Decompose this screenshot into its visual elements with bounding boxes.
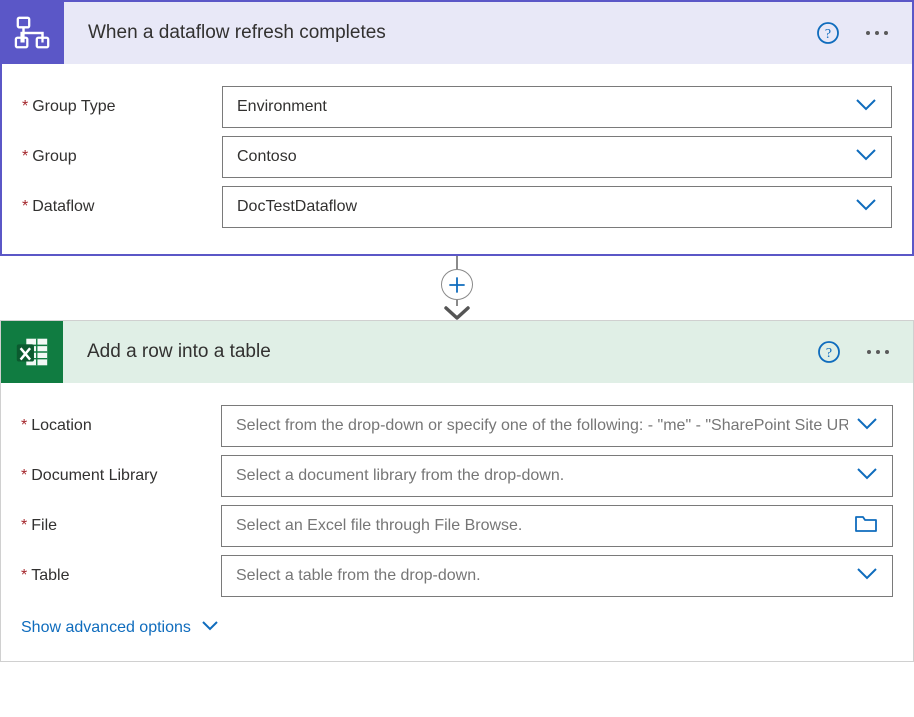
chevron-down-icon [856,567,878,586]
chevron-down-icon [856,467,878,486]
more-menu-icon[interactable] [865,344,891,360]
trigger-body: *Group Type Environment *Group Contoso *… [2,64,912,254]
dataflow-label: *Dataflow [22,198,222,216]
more-menu-icon[interactable] [864,25,890,41]
help-icon[interactable]: ? [816,21,840,45]
folder-icon [854,515,878,538]
location-label: *Location [21,417,221,435]
trigger-header[interactable]: When a dataflow refresh completes ? [2,2,912,64]
action-header[interactable]: Add a row into a table ? [1,321,913,383]
action-card: Add a row into a table ? *Location Selec… [0,320,914,662]
help-icon[interactable]: ? [817,340,841,364]
dataflow-icon [2,2,64,64]
chevron-down-icon [855,148,877,167]
document-library-label: *Document Library [21,467,221,485]
chevron-down-icon [855,98,877,117]
file-browse[interactable]: Select an Excel file through File Browse… [221,505,893,547]
table-label: *Table [21,567,221,585]
excel-icon [1,321,63,383]
chevron-down-icon [856,417,878,436]
add-step-button[interactable] [441,269,473,300]
document-library-select[interactable]: Select a document library from the drop-… [221,455,893,497]
chevron-down-icon [855,198,877,217]
action-body: *Location Select from the drop-down or s… [1,383,913,661]
table-select[interactable]: Select a table from the drop-down. [221,555,893,597]
group-type-select[interactable]: Environment [222,86,892,128]
trigger-card: When a dataflow refresh completes ? *Gro… [0,0,914,256]
location-select[interactable]: Select from the drop-down or specify one… [221,405,893,447]
dataflow-select[interactable]: DocTestDataflow [222,186,892,228]
action-title: Add a row into a table [63,341,817,363]
group-type-label: *Group Type [22,98,222,116]
connector-line [0,256,914,320]
arrow-down-icon [444,306,470,320]
svg-text:?: ? [825,27,831,42]
group-label: *Group [22,148,222,166]
chevron-down-icon [201,619,219,637]
group-select[interactable]: Contoso [222,136,892,178]
trigger-title: When a dataflow refresh completes [64,22,816,44]
show-advanced-options-link[interactable]: Show advanced options [21,605,219,643]
file-label: *File [21,517,221,535]
svg-text:?: ? [826,346,832,361]
